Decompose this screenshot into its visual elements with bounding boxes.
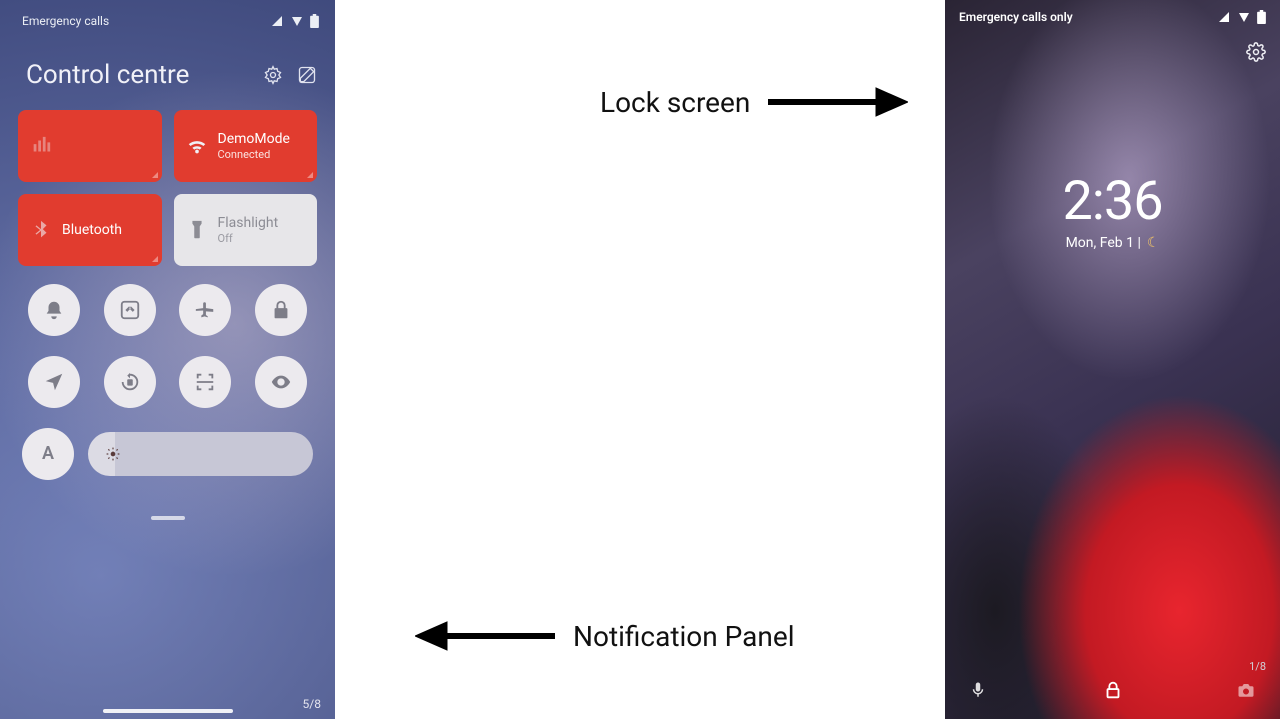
status-bar: Emergency calls only [945,0,1280,28]
font-size-button[interactable]: A [22,428,74,480]
toggle-scan[interactable] [179,356,231,408]
annotation-notif-text: Notification Panel [573,620,795,653]
lock-icon[interactable] [1102,679,1124,701]
status-bar: Emergency calls [0,0,335,36]
edit-icon[interactable] [297,65,317,85]
lock-clock: 2:36 Mon, Feb 1 | ☾ [1062,170,1162,251]
toggle-visibility[interactable] [255,356,307,408]
arrow-right-icon [768,84,908,120]
eye-icon [270,371,292,393]
tile-wifi-title: DemoMode [218,131,290,148]
toggle-rotation-lock[interactable] [104,356,156,408]
signal-icon [270,15,284,27]
tile-flash-title: Flashlight [218,215,279,232]
brightness-slider[interactable] [88,432,313,476]
control-centre-phone: Emergency calls Control centre DemoMode [0,0,335,719]
status-text: Emergency calls only [959,10,1073,24]
clock-time: 2:36 [1062,170,1162,233]
font-glyph: A [37,443,59,465]
gear-icon[interactable] [1246,42,1266,62]
sun-icon [106,447,120,461]
location-icon [43,371,65,393]
airplane-icon [194,299,216,321]
annotation-lock-text: Lock screen [600,86,750,119]
tile-flashlight[interactable]: Flashlight Off [174,194,318,266]
status-text: Emergency calls [22,14,109,28]
rotate-lock-icon [119,371,141,393]
quick-toggle-grid [0,284,335,408]
tile-bluetooth[interactable]: Bluetooth [18,194,162,266]
status-icons [270,14,319,28]
tile-bt-title: Bluetooth [62,222,122,239]
tile-wifi[interactable]: DemoMode Connected [174,110,318,182]
moon-icon: ☾ [1147,235,1160,251]
wifi-status-icon [290,15,304,27]
expand-tri-icon [152,172,158,178]
camera-icon[interactable] [1236,681,1256,699]
tile-mobile-data[interactable] [18,110,162,182]
cellular-icon [30,135,52,157]
brightness-row: A [0,428,335,480]
scissors-icon [119,299,141,321]
mic-icon[interactable] [969,681,987,699]
toggle-lock[interactable] [255,284,307,336]
control-centre-title: Control centre [26,60,189,90]
arrow-left-icon [415,618,555,654]
wifi-status-icon [1237,11,1251,23]
quick-settings-tiles: DemoMode Connected Bluetooth Flashlight … [0,110,335,266]
bell-icon [43,299,65,321]
settings-outline-icon[interactable] [263,65,283,85]
page-indicator: 5/8 [303,697,321,711]
wifi-icon [186,135,208,157]
scan-icon [194,371,216,393]
gesture-bar-icon [103,709,233,713]
lock-screen-phone: Emergency calls only 2:36 Mon, Feb 1 | ☾… [945,0,1280,719]
expand-tri-icon [307,172,313,178]
drag-handle-icon[interactable] [151,516,185,520]
annotation-lock-screen: Lock screen [600,84,908,120]
control-centre-header: Control centre [0,36,335,110]
toggle-screenshot[interactable] [104,284,156,336]
page-indicator: 1/8 [1249,660,1266,673]
annotation-notification-panel: Notification Panel [415,618,795,654]
toggle-location[interactable] [28,356,80,408]
battery-icon [310,14,319,28]
battery-icon [1257,10,1266,24]
clock-date: Mon, Feb 1 | ☾ [1062,235,1162,251]
expand-tri-icon [152,256,158,262]
bluetooth-icon [30,219,52,241]
toggle-airplane[interactable] [179,284,231,336]
tile-flash-sub: Off [218,232,279,245]
toggle-sound[interactable] [28,284,80,336]
clock-date-text: Mon, Feb 1 | [1066,235,1141,251]
status-icons [1217,10,1266,24]
tile-wifi-sub: Connected [218,148,290,161]
padlock-icon [270,299,292,321]
signal-icon [1217,11,1231,23]
lock-bottom-bar [945,681,1280,699]
flashlight-icon [186,219,208,241]
